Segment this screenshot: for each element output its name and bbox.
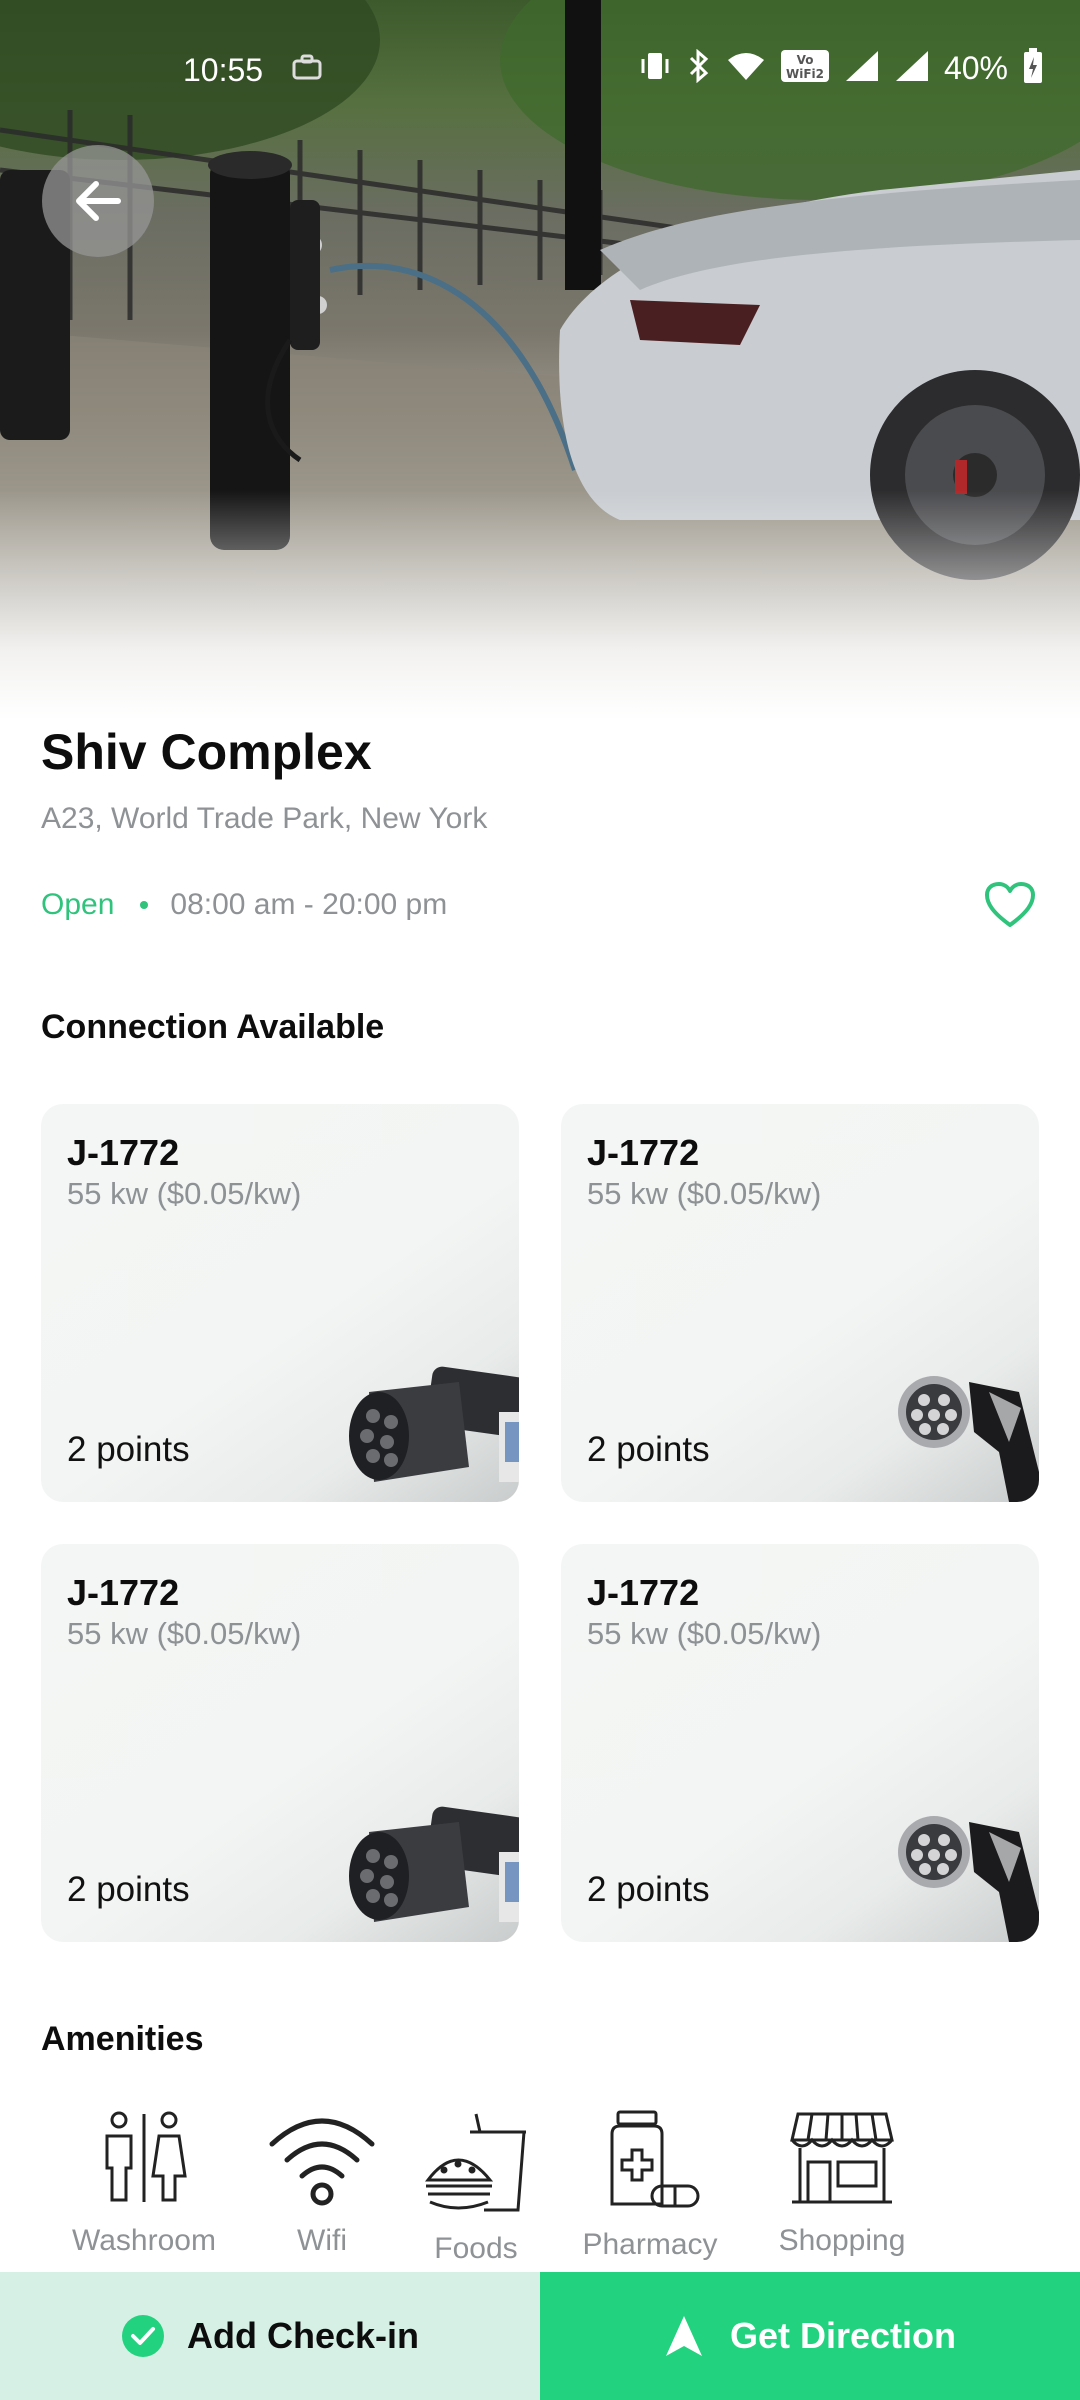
wifi-status-icon <box>726 50 766 87</box>
station-name: Shiv Complex <box>41 724 372 780</box>
battery-charging-icon <box>1022 48 1044 89</box>
add-checkin-button[interactable]: Add Check-in <box>0 2272 540 2400</box>
open-status: Open <box>41 888 115 921</box>
favorite-button[interactable] <box>982 878 1038 934</box>
status-icons: Vo WiFi2 40% <box>638 48 1044 89</box>
amenity-shopping: Shopping <box>770 2110 914 2258</box>
amenity-label: Wifi <box>297 2224 347 2257</box>
connections-heading: Connection Available <box>41 1008 385 1046</box>
connector-spec: 55 kw ($0.05/kw) <box>67 1616 302 1651</box>
ccs-plug-icon <box>898 1816 1039 1942</box>
vibrate-icon <box>638 49 672 88</box>
food-icon <box>424 2113 526 2212</box>
navigation-arrow-icon <box>665 2316 702 2356</box>
connection-card[interactable]: J-1772 55 kw ($0.05/kw) 2 points <box>41 1104 519 1502</box>
connector-points: 2 points <box>67 1430 190 1469</box>
connector-name: J-1772 <box>587 1132 700 1173</box>
amenities-heading: Amenities <box>41 2020 204 2058</box>
station-address: A23, World Trade Park, New York <box>41 802 488 835</box>
wifi-icon <box>269 2118 375 2206</box>
connection-card[interactable]: J-1772 55 kw ($0.05/kw) 2 points <box>561 1544 1039 1942</box>
connector-name: J-1772 <box>587 1572 700 1613</box>
pharmacy-icon <box>610 2110 700 2208</box>
amenity-label: Shopping <box>778 2224 906 2257</box>
vowifi-icon: Vo WiFi2 <box>780 49 830 88</box>
arrow-left-icon <box>76 181 121 221</box>
get-direction-label: Get Direction <box>729 2315 957 2356</box>
status-time: 10:55 <box>183 52 264 88</box>
check-circle-icon <box>121 2315 164 2357</box>
signal-icon-1 <box>844 49 880 88</box>
washroom-icon <box>105 2111 187 2202</box>
bluetooth-icon <box>686 48 712 88</box>
status-bar: 10:55 Vo WiFi2 40% <box>0 40 1080 100</box>
type2-plug-icon <box>349 1366 519 1482</box>
amenity-wifi: Wifi <box>262 2110 382 2258</box>
amenity-washroom: Washroom <box>66 2110 222 2258</box>
connection-card[interactable]: J-1772 55 kw ($0.05/kw) 2 points <box>561 1104 1039 1502</box>
signal-icon-2 <box>894 49 930 88</box>
hero-fade <box>0 490 1080 720</box>
briefcase-icon <box>292 54 322 85</box>
type2-plug-icon <box>349 1806 519 1922</box>
connector-spec: 55 kw ($0.05/kw) <box>587 1616 822 1651</box>
connection-card[interactable]: J-1772 55 kw ($0.05/kw) 2 points <box>41 1544 519 1942</box>
connector-points: 2 points <box>587 1870 710 1909</box>
battery-percent: 40% <box>943 50 1008 86</box>
connector-name: J-1772 <box>67 1132 180 1173</box>
connector-spec: 55 kw ($0.05/kw) <box>67 1176 302 1211</box>
hours-text: 08:00 am - 20:00 pm <box>170 888 448 921</box>
connector-points: 2 points <box>67 1870 190 1909</box>
amenity-pharmacy: Pharmacy <box>572 2110 728 2262</box>
hero-image <box>0 0 1080 720</box>
amenity-foods: Foods <box>412 2110 540 2266</box>
svg-text:Vo: Vo <box>797 53 814 67</box>
amenity-label: Pharmacy <box>582 2228 718 2261</box>
heart-icon <box>985 882 1035 927</box>
connector-name: J-1772 <box>67 1572 180 1613</box>
amenity-label: Washroom <box>72 2224 216 2257</box>
ccs-plug-icon <box>898 1376 1039 1502</box>
connector-spec: 55 kw ($0.05/kw) <box>587 1176 822 1211</box>
separator-dot <box>140 901 149 909</box>
amenity-label: Foods <box>434 2232 518 2265</box>
add-checkin-label: Add Check-in <box>186 2315 419 2356</box>
get-direction-button[interactable]: Get Direction <box>540 2272 1080 2400</box>
svg-text:WiFi2: WiFi2 <box>786 67 824 81</box>
opening-hours: Open 08:00 am - 20:00 pm <box>41 888 447 922</box>
back-button[interactable] <box>42 145 154 257</box>
shop-icon <box>790 2112 894 2204</box>
connector-points: 2 points <box>587 1430 710 1469</box>
